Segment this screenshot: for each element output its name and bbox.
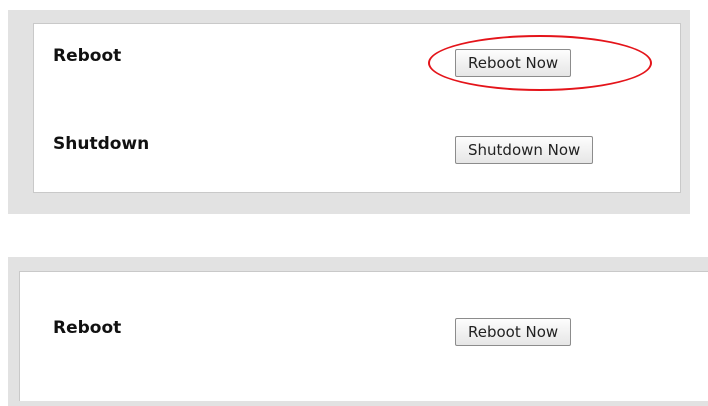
reboot-label-bottom: Reboot [53,318,122,338]
reboot-label: Reboot [53,46,122,66]
shutdown-label: Shutdown [53,134,150,154]
power-settings-panel-top [33,23,681,193]
power-settings-panel-bottom [19,271,708,401]
reboot-now-button[interactable]: Reboot Now [455,49,572,77]
shutdown-now-button[interactable]: Shutdown Now [455,136,594,164]
reboot-now-button-bottom[interactable]: Reboot Now [455,318,572,346]
